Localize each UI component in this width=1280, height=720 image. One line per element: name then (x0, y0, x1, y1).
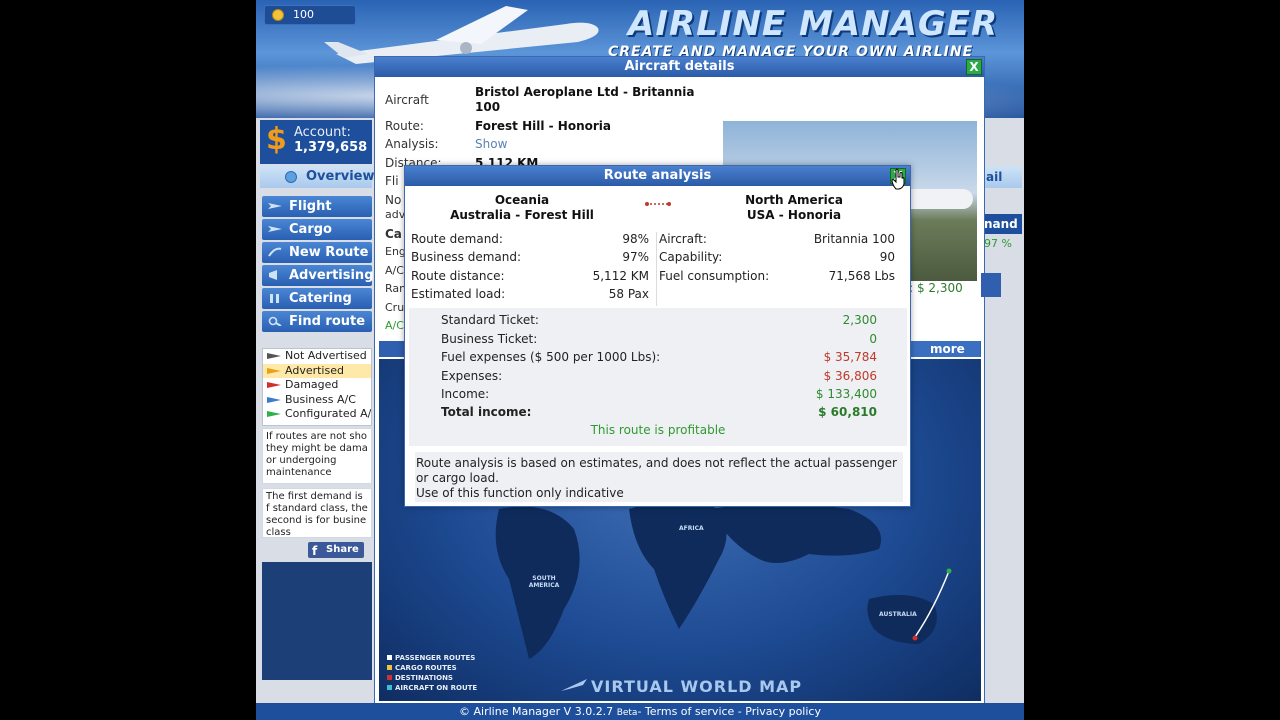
menu-item-label: Cargo (289, 222, 332, 237)
legend-damaged: Damaged (263, 378, 371, 393)
menu-item-find-route[interactable]: Find route (262, 311, 372, 332)
detail-aircraft: Aircraft (385, 93, 429, 107)
map-legend-cargo: CARGO ROUTES (387, 663, 477, 673)
note-routes-hidden: If routes are not sho they might be dama… (262, 428, 372, 484)
menu-item-label: Catering (289, 291, 352, 306)
megaphone-icon (269, 270, 277, 280)
left-menu: Flight Cargo New Route Advertising Cater… (262, 196, 374, 334)
map-title: VIRTUAL WORLD MAP (591, 677, 803, 696)
new-route-icon (268, 247, 282, 257)
detail-route: Route: Forest Hill - Honoria (385, 119, 611, 133)
mouse-cursor-icon (891, 168, 905, 190)
money-fuel-expenses: Fuel expenses ($ 500 per 1000 Lbs): $ 35,… (441, 350, 877, 364)
plane-icon (268, 203, 282, 209)
cargo-icon (268, 226, 282, 232)
orange-plane-icon (267, 367, 281, 374)
coin-counter[interactable]: 100 (264, 5, 356, 25)
catering-icon (270, 294, 279, 303)
legend-advertised: Advertised (263, 363, 371, 378)
menu-item-advertising[interactable]: Advertising (262, 265, 374, 286)
map-legend-destinations: DESTINATIONS (387, 673, 477, 683)
globe-icon (285, 171, 297, 183)
grey-plane-icon (267, 353, 281, 359)
stat-capability: Capability: 90 (659, 250, 895, 264)
footer: © Airline Manager V 3.0.2.7 Beta- Terms … (256, 703, 1024, 720)
stat-route-distance: Route distance: 5,112 KM (411, 269, 649, 283)
stat-fuel-consumption: Fuel consumption: 71,568 Lbs (659, 269, 895, 283)
detail-analysis: Analysis: Show (385, 137, 508, 151)
more-button[interactable]: more (902, 341, 980, 357)
demand-header: nand (984, 214, 1022, 234)
destination-location: North America USA - Honoria (679, 193, 909, 223)
share-label: Share (326, 544, 359, 555)
money-standard-ticket: Standard Ticket: 2,300 (441, 313, 877, 327)
menu-item-label: Flight (289, 199, 332, 214)
blue-button-icon[interactable] (981, 273, 1001, 297)
analysis-disclaimer: Route analysis is based on estimates, an… (415, 452, 903, 502)
route-analysis-title: Route analysis (405, 166, 910, 186)
map-plane-icon (561, 679, 587, 691)
logo-title: AIRLINE MANAGER (628, 4, 999, 44)
demand-percent: 97 % (984, 237, 1012, 250)
facebook-share-button[interactable]: f Share (308, 542, 364, 558)
money-total-income: Total income: $ 60,810 (441, 405, 877, 419)
destination-region: North America (745, 193, 843, 207)
financial-summary: Standard Ticket: 2,300 Business Ticket: 0 … (409, 308, 907, 446)
menu-item-cargo[interactable]: Cargo (262, 219, 372, 240)
tab-overview[interactable]: Overview (260, 166, 375, 188)
menu-item-new-route[interactable]: New Route (262, 242, 372, 263)
origin-region: Oceania (494, 193, 550, 207)
account-panel: $ Account: 1,379,658 (260, 120, 372, 164)
tab-overview-label: Overview (306, 169, 375, 184)
geo-label-africa: AFRICA (679, 525, 704, 532)
destination-place: USA - Honoria (746, 208, 842, 222)
coin-icon (272, 9, 284, 21)
stat-estimated-load: Estimated load: 58 Pax (411, 287, 649, 301)
detail-aircraft-value-2: 100 (475, 100, 501, 114)
analysis-show-link[interactable]: Show (475, 137, 507, 151)
geo-label-south-america: SOUTH AMERICA (528, 575, 560, 589)
menu-item-label: Find route (289, 314, 366, 329)
coin-value: 100 (293, 8, 314, 21)
account-label: Account: (294, 125, 351, 140)
stat-business-demand: Business demand: 97% (411, 250, 649, 264)
profit-status: This route is profitable (590, 423, 726, 437)
legend-business: Business A/C (263, 393, 371, 408)
legend-configurated: Configurated A/ (263, 407, 371, 422)
blue-plane-icon (267, 396, 281, 403)
origin-place: Australia - Forest Hill (450, 208, 594, 222)
geo-label-australia: AUSTRALIA (879, 611, 917, 618)
menu-item-flight[interactable]: Flight (262, 196, 372, 217)
note-demand: The first demand is f standard class, th… (262, 488, 372, 538)
money-expenses: Expenses: $ 36,806 (441, 369, 877, 383)
green-plane-icon (267, 411, 281, 417)
map-legend-passenger: PASSENGER ROUTES (387, 653, 477, 663)
stats-divider (656, 232, 657, 306)
account-value: 1,379,658 (294, 140, 368, 155)
detail-aircraft-value-1: Bristol Aeroplane Ltd - Britannia (475, 85, 695, 99)
tab-mail[interactable]: ail (984, 166, 1022, 188)
facebook-icon: f (312, 544, 318, 558)
red-plane-icon (267, 382, 281, 388)
menu-item-catering[interactable]: Catering (262, 288, 372, 309)
route-legend: Not Advertised Advertised Damaged Busine… (262, 348, 372, 426)
left-panel-background (262, 562, 372, 680)
money-income: Income: $ 133,400 (441, 387, 877, 401)
map-legend: PASSENGER ROUTES CARGO ROUTES DESTINATIO… (387, 653, 477, 693)
route-analysis-dialog: Route analysis X Oceania Australia - For… (404, 165, 911, 507)
close-icon[interactable]: X (966, 59, 982, 75)
stat-aircraft: Aircraft: Britannia 100 (659, 232, 895, 246)
origin-location: Oceania Australia - Forest Hill (407, 193, 637, 223)
legend-not-advertised: Not Advertised (263, 349, 371, 364)
route-arrow-icon (645, 202, 671, 206)
menu-item-label: Advertising (289, 268, 374, 283)
money-business-ticket: Business Ticket: 0 (441, 332, 877, 346)
map-legend-aircraft: AIRCRAFT ON ROUTE (387, 683, 477, 693)
dollar-icon: $ (266, 122, 287, 157)
stat-route-demand: Route demand: 98% (411, 232, 649, 246)
find-route-icon (268, 316, 282, 326)
aircraft-details-title: Aircraft details (375, 57, 984, 77)
menu-item-label: New Route (289, 245, 369, 260)
